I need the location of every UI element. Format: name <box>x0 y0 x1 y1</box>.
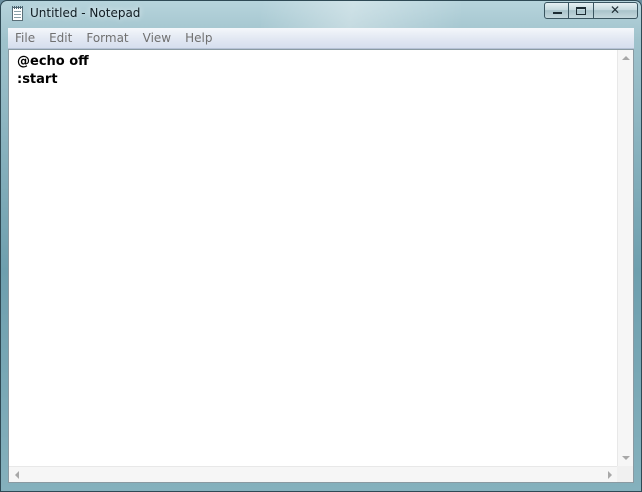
menu-file[interactable]: File <box>8 28 42 48</box>
editor-line: @echo off <box>17 54 89 69</box>
scroll-right-arrow-icon[interactable] <box>608 471 612 479</box>
notepad-icon[interactable] <box>12 6 23 21</box>
notepad-window: Untitled - Notepad ✕ File Edit Format Vi… <box>0 0 642 492</box>
menu-bar: File Edit Format View Help <box>8 28 634 49</box>
scroll-up-arrow-icon[interactable] <box>622 56 630 60</box>
scroll-down-arrow-icon[interactable] <box>622 456 630 460</box>
menu-edit[interactable]: Edit <box>42 28 79 48</box>
resize-grip[interactable] <box>617 466 633 482</box>
minimize-button[interactable] <box>544 2 569 19</box>
vertical-scrollbar[interactable] <box>617 50 633 466</box>
minimize-icon <box>553 12 562 14</box>
close-icon: ✕ <box>609 3 621 17</box>
window-title: Untitled - Notepad <box>30 6 141 20</box>
menu-view[interactable]: View <box>136 28 178 48</box>
scroll-left-arrow-icon[interactable] <box>15 471 19 479</box>
title-bar[interactable]: Untitled - Notepad ✕ <box>1 1 641 28</box>
horizontal-scrollbar[interactable] <box>9 466 618 482</box>
caption-buttons: ✕ <box>544 2 638 19</box>
close-button[interactable]: ✕ <box>594 2 638 19</box>
menu-format[interactable]: Format <box>79 28 135 48</box>
editor-text-area[interactable]: @echo off :start <box>9 50 618 466</box>
maximize-icon <box>576 7 586 15</box>
text-editor[interactable]: @echo off :start <box>8 49 634 483</box>
menu-help[interactable]: Help <box>178 28 219 48</box>
maximize-button[interactable] <box>569 2 594 19</box>
editor-line: :start <box>17 72 58 87</box>
